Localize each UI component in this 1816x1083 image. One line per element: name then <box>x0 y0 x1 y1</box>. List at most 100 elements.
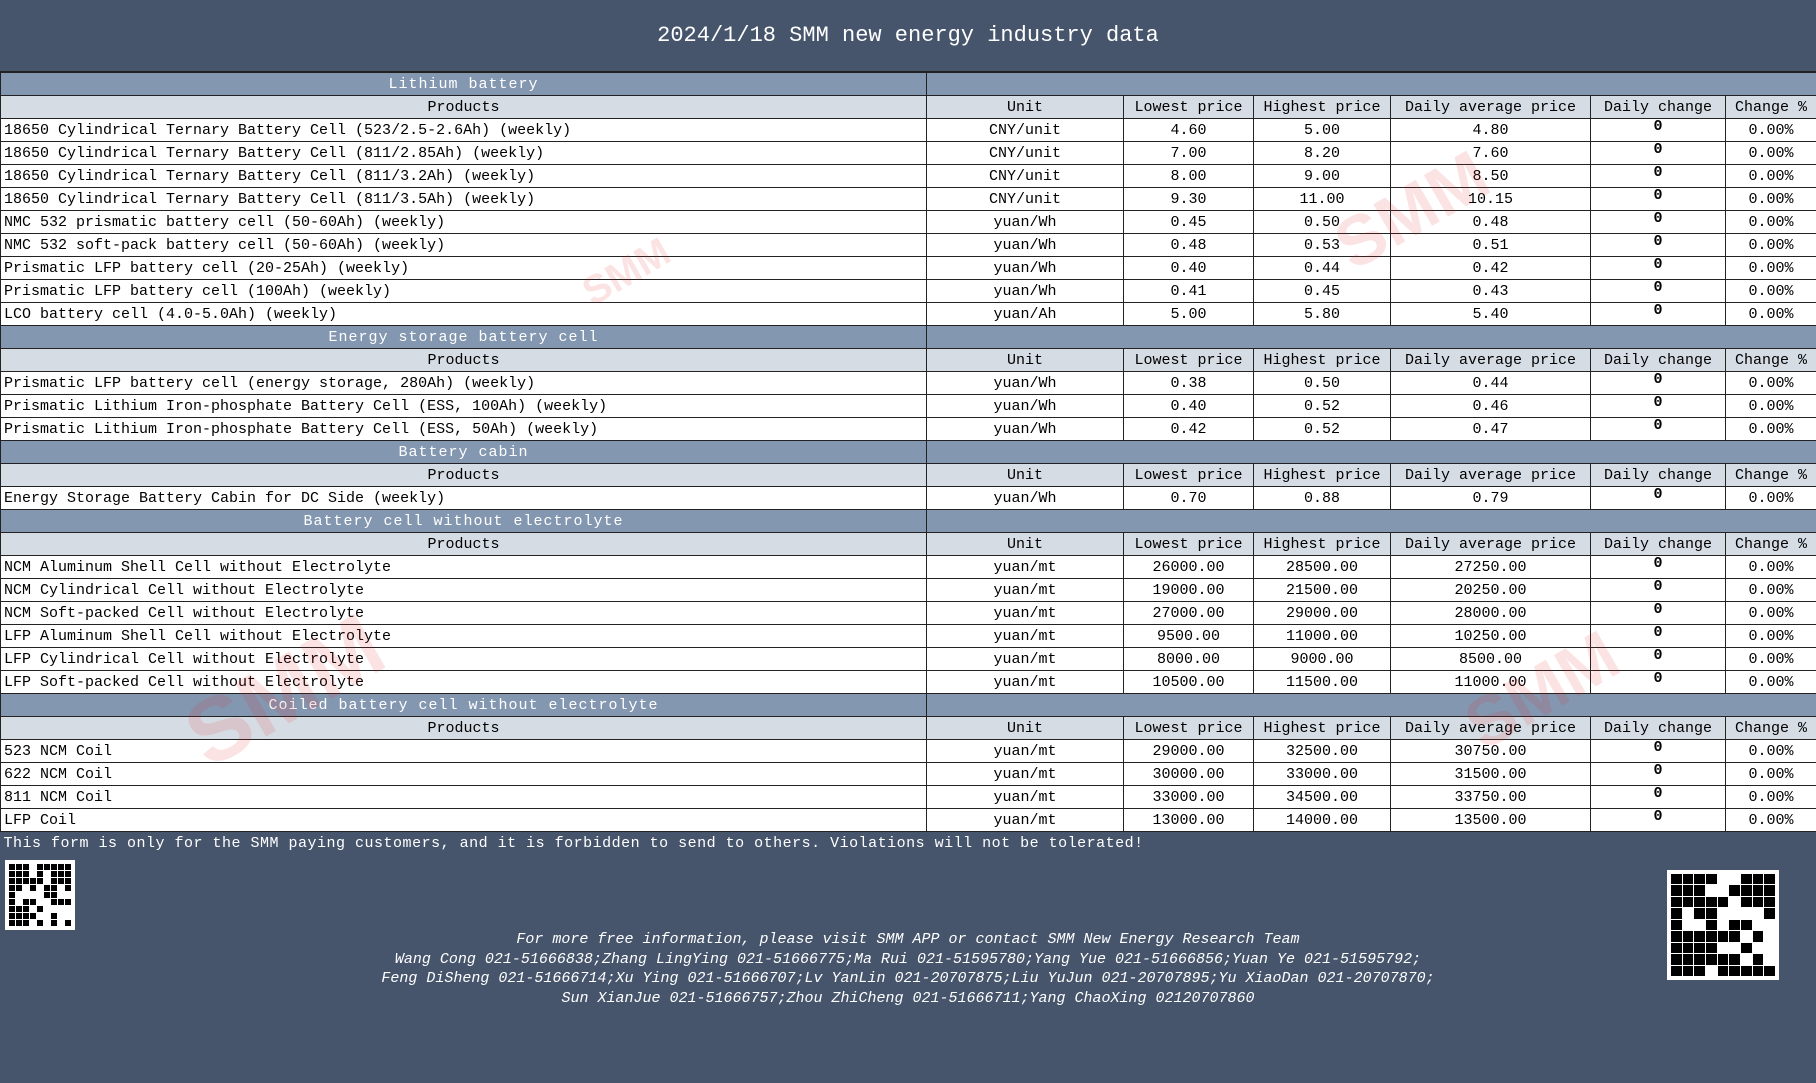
cell-highest-price: 34500.00 <box>1253 785 1391 809</box>
table-row: LFP Cylindrical Cell without Electrolyte… <box>0 647 1816 671</box>
cell-lowest-price: 10500.00 <box>1123 670 1254 694</box>
cell-lowest-price: 5.00 <box>1123 302 1254 326</box>
section-spacer <box>925 693 1816 717</box>
cell-daily-average-price: 7.60 <box>1390 141 1591 165</box>
header-unit: Unit <box>926 716 1124 740</box>
cell-product: Prismatic Lithium Iron-phosphate Battery… <box>0 394 927 418</box>
cell-daily-average-price: 11000.00 <box>1390 670 1591 694</box>
cell-highest-price: 9.00 <box>1253 164 1391 188</box>
cell-product: Energy Storage Battery Cabin for DC Side… <box>0 486 927 510</box>
section-title: Battery cabin <box>0 440 927 464</box>
header-lowest-price: Lowest price <box>1123 532 1254 556</box>
cell-daily-average-price: 4.80 <box>1390 118 1591 142</box>
section-header: Lithium battery <box>0 72 1816 96</box>
cell-daily-change: 0 <box>1590 233 1726 257</box>
cell-highest-price: 11500.00 <box>1253 670 1391 694</box>
cell-unit: yuan/Ah <box>926 302 1124 326</box>
cell-unit: CNY/unit <box>926 118 1124 142</box>
cell-change-percent: 0.00% <box>1724 578 1816 602</box>
cell-daily-average-price: 0.48 <box>1390 210 1591 234</box>
table-row: LFP Soft-packed Cell without Electrolyte… <box>0 670 1816 694</box>
cell-unit: yuan/Wh <box>926 256 1124 280</box>
table-row: Prismatic LFP battery cell (100Ah) (week… <box>0 279 1816 303</box>
cell-unit: yuan/mt <box>926 670 1124 694</box>
cell-change-percent: 0.00% <box>1724 210 1816 234</box>
cell-daily-average-price: 13500.00 <box>1390 808 1591 832</box>
cell-daily-average-price: 0.44 <box>1390 371 1591 395</box>
section-header: Battery cell without electrolyte <box>0 509 1816 533</box>
cell-highest-price: 0.44 <box>1253 256 1391 280</box>
cell-daily-average-price: 27250.00 <box>1390 555 1591 579</box>
cell-unit: yuan/Wh <box>926 210 1124 234</box>
cell-daily-change: 0 <box>1590 118 1726 142</box>
column-headers: Products Unit Lowest price Highest price Dai… <box>0 348 1816 372</box>
cell-highest-price: 0.45 <box>1253 279 1391 303</box>
cell-change-percent: 0.00% <box>1724 486 1816 510</box>
footer-contacts: Sun XianJue 021-51666757;Zhou ZhiCheng 0… <box>561 989 1255 1007</box>
section-header: Coiled battery cell without electrolyte <box>0 693 1816 717</box>
table-row: Prismatic Lithium Iron-phosphate Battery… <box>0 394 1816 418</box>
cell-lowest-price: 7.00 <box>1123 141 1254 165</box>
header-product: Products <box>0 532 927 556</box>
header-highest-price: Highest price <box>1253 532 1391 556</box>
cell-lowest-price: 4.60 <box>1123 118 1254 142</box>
cell-daily-change: 0 <box>1590 141 1726 165</box>
cell-change-percent: 0.00% <box>1724 141 1816 165</box>
cell-highest-price: 29000.00 <box>1253 601 1391 625</box>
cell-unit: CNY/unit <box>926 141 1124 165</box>
table-row: NMC 532 prismatic battery cell (50-60Ah)… <box>0 210 1816 234</box>
footer-info: For more free information, please visit … <box>516 931 1300 948</box>
cell-change-percent: 0.00% <box>1724 187 1816 211</box>
header-highest-price: Highest price <box>1253 463 1391 487</box>
cell-change-percent: 0.00% <box>1724 762 1816 786</box>
cell-lowest-price: 27000.00 <box>1123 601 1254 625</box>
cell-lowest-price: 0.40 <box>1123 394 1254 418</box>
cell-product: 18650 Cylindrical Ternary Battery Cell (… <box>0 187 927 211</box>
cell-daily-change: 0 <box>1590 394 1726 418</box>
cell-product: Prismatic LFP battery cell (20-25Ah) (we… <box>0 256 927 280</box>
table-row: 811 NCM Coil yuan/mt 33000.00 34500.00 33750… <box>0 785 1816 809</box>
table-row: Prismatic LFP battery cell (energy stora… <box>0 371 1816 395</box>
cell-highest-price: 32500.00 <box>1253 739 1391 763</box>
cell-highest-price: 0.50 <box>1253 210 1391 234</box>
cell-lowest-price: 8000.00 <box>1123 647 1254 671</box>
table-row: 18650 Cylindrical Ternary Battery Cell (… <box>0 164 1816 188</box>
header-unit: Unit <box>926 348 1124 372</box>
notice-text: This form is only for the SMM paying cus… <box>0 831 1816 855</box>
cell-daily-average-price: 20250.00 <box>1390 578 1591 602</box>
section-header: Energy storage battery cell <box>0 325 1816 349</box>
cell-change-percent: 0.00% <box>1724 555 1816 579</box>
header-lowest-price: Lowest price <box>1123 463 1254 487</box>
cell-daily-average-price: 0.42 <box>1390 256 1591 280</box>
header-daily-change: Daily change <box>1590 716 1726 740</box>
cell-product: Prismatic Lithium Iron-phosphate Battery… <box>0 417 927 441</box>
cell-daily-average-price: 0.47 <box>1390 417 1591 441</box>
cell-highest-price: 0.88 <box>1253 486 1391 510</box>
table-row: LFP Aluminum Shell Cell without Electrol… <box>0 624 1816 648</box>
cell-highest-price: 9000.00 <box>1253 647 1391 671</box>
footer: For more free information, please visit … <box>0 854 1816 1083</box>
cell-highest-price: 28500.00 <box>1253 555 1391 579</box>
header-product: Products <box>0 716 927 740</box>
table-row: 18650 Cylindrical Ternary Battery Cell (… <box>0 187 1816 211</box>
cell-daily-average-price: 10250.00 <box>1390 624 1591 648</box>
cell-daily-average-price: 31500.00 <box>1390 762 1591 786</box>
cell-lowest-price: 33000.00 <box>1123 785 1254 809</box>
cell-daily-change: 0 <box>1590 417 1726 441</box>
cell-change-percent: 0.00% <box>1724 417 1816 441</box>
cell-lowest-price: 0.41 <box>1123 279 1254 303</box>
header-product: Products <box>0 348 927 372</box>
cell-lowest-price: 19000.00 <box>1123 578 1254 602</box>
cell-lowest-price: 0.38 <box>1123 371 1254 395</box>
cell-change-percent: 0.00% <box>1724 256 1816 280</box>
cell-daily-change: 0 <box>1590 371 1726 395</box>
header-change-percent: Change % <box>1724 532 1816 556</box>
column-headers: Products Unit Lowest price Highest price Dai… <box>0 95 1816 119</box>
header-daily-change: Daily change <box>1590 532 1726 556</box>
cell-unit: yuan/mt <box>926 808 1124 832</box>
table-row: NMC 532 soft-pack battery cell (50-60Ah)… <box>0 233 1816 257</box>
cell-daily-change: 0 <box>1590 647 1726 671</box>
cell-unit: yuan/Wh <box>926 486 1124 510</box>
cell-lowest-price: 0.45 <box>1123 210 1254 234</box>
cell-daily-change: 0 <box>1590 187 1726 211</box>
